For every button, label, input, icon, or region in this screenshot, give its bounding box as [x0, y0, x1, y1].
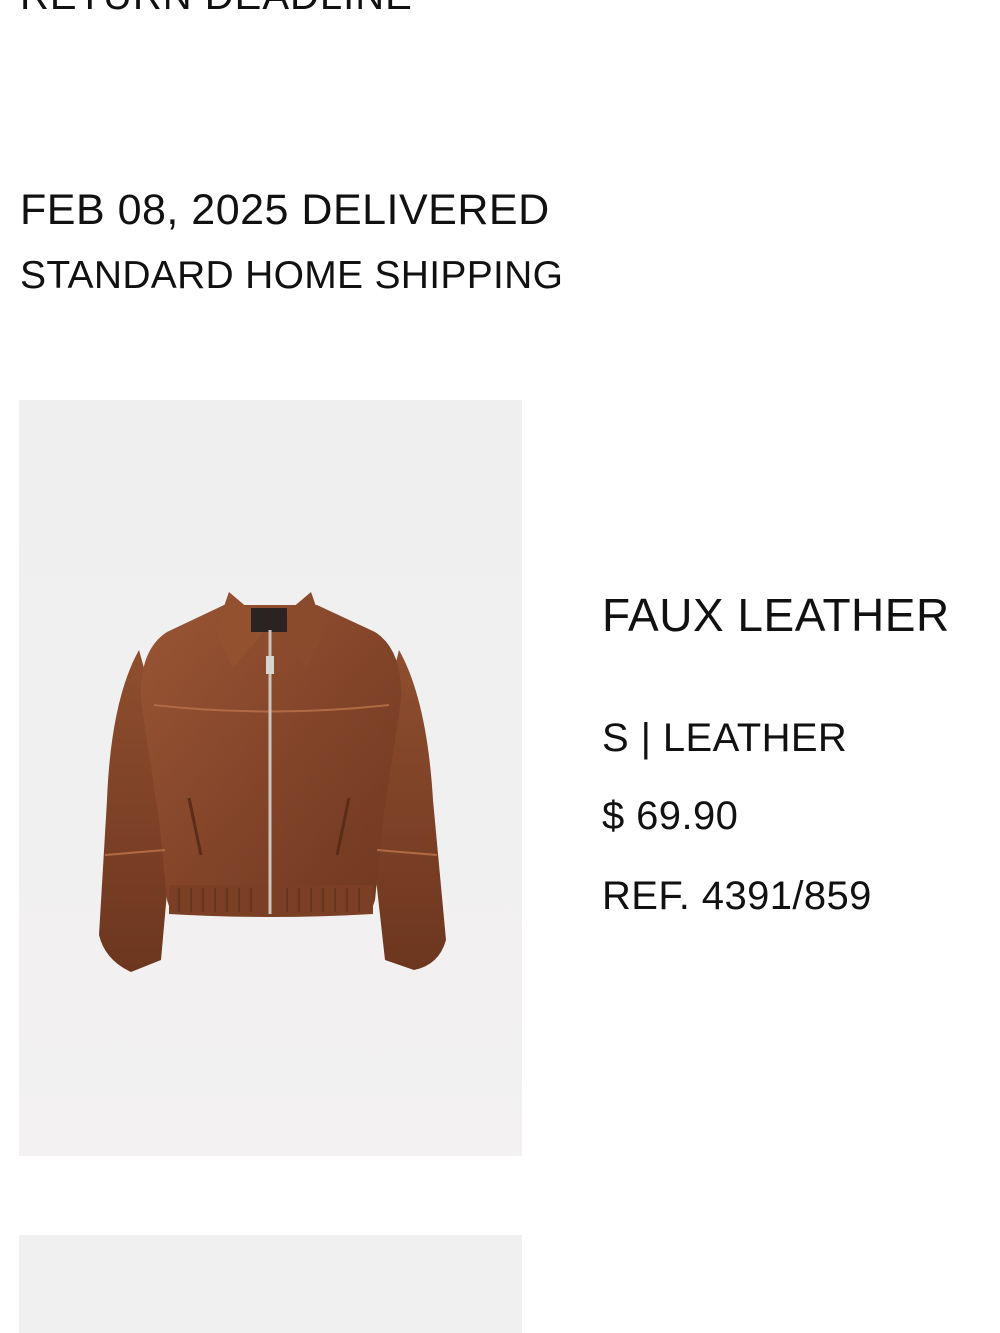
product-reference: REF. 4391/859 [602, 874, 872, 918]
delivery-status: FEB 08, 2025 DELIVERED [20, 186, 550, 234]
product-image[interactable] [19, 400, 522, 1156]
product-name[interactable]: FAUX LEATHER [602, 588, 950, 642]
return-deadline-heading: RETURN DEADLINE [20, 0, 413, 19]
leather-jacket-image [99, 592, 446, 972]
product-price: $ 69.90 [602, 794, 739, 838]
product-variant: S | LEATHER [602, 716, 848, 760]
next-product-image[interactable] [19, 1235, 522, 1333]
shipping-method: STANDARD HOME SHIPPING [20, 254, 564, 297]
